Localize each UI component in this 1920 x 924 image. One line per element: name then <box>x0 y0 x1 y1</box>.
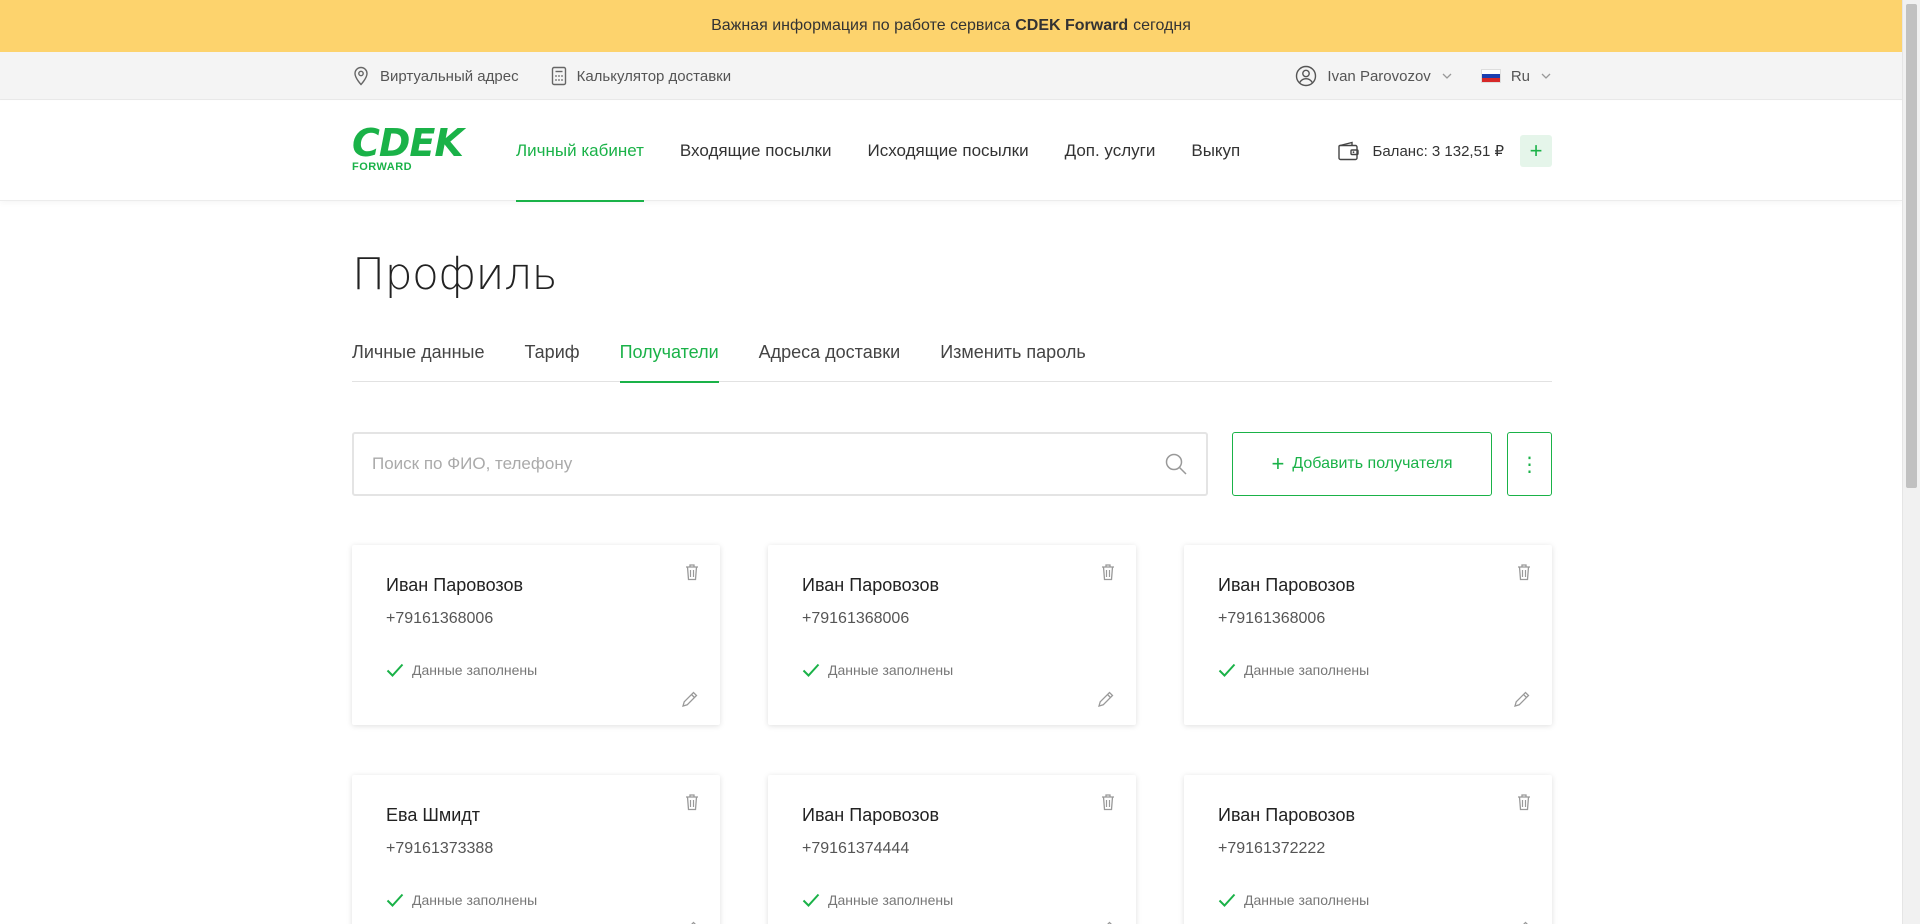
tab-personal-data[interactable]: Личные данные <box>352 330 484 382</box>
user-menu[interactable]: Ivan Parovozov <box>1295 65 1452 87</box>
search-box <box>352 432 1208 496</box>
checkmark-icon <box>1218 893 1236 907</box>
main-header: CDEK FORWARD Личный кабинет Входящие пос… <box>0 101 1902 202</box>
more-options-button[interactable]: ⋮ <box>1507 432 1552 496</box>
chevron-down-icon <box>1541 73 1551 79</box>
recipient-status-label: Данные заполнены <box>412 662 538 678</box>
nav-outgoing-parcels[interactable]: Исходящие посылки <box>867 101 1028 201</box>
nav-incoming-parcels[interactable]: Входящие посылки <box>680 101 832 201</box>
recipient-card[interactable]: Ева Шмидт +79161373388 Данные заполнены <box>352 775 720 924</box>
main-nav: Личный кабинет Входящие посылки Исходящи… <box>516 101 1276 202</box>
recipient-name: Иван Паровозов <box>802 805 940 825</box>
checkmark-icon <box>1218 663 1236 677</box>
banner-suffix: сегодня <box>1133 17 1191 34</box>
plus-icon: + <box>1271 451 1285 476</box>
trash-icon[interactable] <box>1100 563 1116 581</box>
recipient-status: Данные заполнены <box>1218 662 1518 678</box>
banner-brand: CDEK Forward <box>1015 17 1129 34</box>
info-banner[interactable]: Важная информация по работе сервиса CDEK… <box>0 0 1902 52</box>
recipient-name: Ева Шмидт <box>386 805 481 825</box>
recipient-status-label: Данные заполнены <box>412 892 538 908</box>
main-content: Профиль Личные данные Тариф Получатели А… <box>352 201 1552 924</box>
tab-recipients[interactable]: Получатели <box>619 330 719 383</box>
recipient-status-label: Данные заполнены <box>1244 662 1370 678</box>
wallet-icon <box>1337 141 1359 161</box>
nav-buyout[interactable]: Выкуп <box>1191 101 1240 201</box>
top-up-button[interactable]: + <box>1520 135 1552 167</box>
recipient-name: Иван Паровозов <box>802 575 940 595</box>
recipient-name: Иван Паровозов <box>1218 805 1356 825</box>
recipient-card[interactable]: Иван Паровозов +79161368006 Данные запол… <box>352 545 720 725</box>
calculator-label: Калькулятор доставки <box>576 67 732 85</box>
logo-word: CDEK <box>352 121 464 165</box>
checkmark-icon <box>386 663 404 677</box>
recipient-status: Данные заполнены <box>386 662 686 678</box>
calculator-icon <box>551 66 566 86</box>
recipient-name: Иван Паровозов <box>1218 575 1356 595</box>
trash-icon[interactable] <box>1100 793 1116 811</box>
language-label: Ru <box>1510 67 1530 85</box>
recipient-card[interactable]: Иван Паровозов +79161372222 Данные запол… <box>1184 775 1552 924</box>
recipient-status: Данные заполнены <box>802 892 1102 908</box>
trash-icon[interactable] <box>684 563 700 581</box>
trash-icon[interactable] <box>1516 563 1532 581</box>
page-scrollbar[interactable] <box>1902 0 1920 924</box>
recipient-phone: +79161368006 <box>386 610 494 627</box>
recipient-phone: +79161374444 <box>802 840 910 857</box>
cdek-forward-logo[interactable]: CDEK FORWARD <box>352 121 468 177</box>
nav-extra-services[interactable]: Доп. услуги <box>1065 101 1156 201</box>
search-icon[interactable] <box>1164 452 1188 476</box>
user-icon <box>1296 65 1317 87</box>
profile-tabs: Личные данные Тариф Получатели Адреса до… <box>352 330 1552 383</box>
pencil-icon[interactable] <box>680 689 700 709</box>
calculator-link[interactable]: Калькулятор доставки <box>551 66 732 86</box>
location-pin-icon <box>354 66 368 86</box>
pencil-icon[interactable] <box>1096 919 1116 924</box>
tab-change-password[interactable]: Изменить пароль <box>940 330 1085 382</box>
recipient-card[interactable]: Иван Паровозов +79161374444 Данные запол… <box>768 775 1136 924</box>
recipient-card[interactable]: Иван Паровозов +79161368006 Данные запол… <box>1184 545 1552 725</box>
checkmark-icon <box>802 663 820 677</box>
russia-flag-icon <box>1480 69 1501 83</box>
page-title: Профиль <box>352 249 558 300</box>
recipients-grid: Иван Паровозов +79161368006 Данные запол… <box>352 545 1552 924</box>
virtual-address-link[interactable]: Виртуальный адрес <box>352 66 519 86</box>
recipient-status: Данные заполнены <box>802 662 1102 678</box>
recipient-status-label: Данные заполнены <box>828 892 954 908</box>
recipient-status: Данные заполнены <box>386 892 686 908</box>
add-recipient-button[interactable]: + Добавить получателя <box>1232 432 1492 496</box>
pencil-icon[interactable] <box>680 919 700 924</box>
trash-icon[interactable] <box>1516 793 1532 811</box>
recipient-card[interactable]: Иван Паровозов +79161368006 Данные запол… <box>768 545 1136 725</box>
recipient-name: Иван Паровозов <box>386 575 524 595</box>
balance-label: Баланс: 3 132,51 ₽ <box>1372 143 1505 160</box>
pencil-icon[interactable] <box>1096 689 1116 709</box>
virtual-address-label: Виртуальный адрес <box>380 67 519 85</box>
scrollbar-thumb[interactable] <box>1906 4 1917 488</box>
balance: Баланс: 3 132,51 ₽ + <box>1337 135 1552 167</box>
checkmark-icon <box>802 893 820 907</box>
pencil-icon[interactable] <box>1512 689 1532 709</box>
checkmark-icon <box>386 893 404 907</box>
recipient-status-label: Данные заполнены <box>1244 892 1370 908</box>
tab-delivery-addresses[interactable]: Адреса доставки <box>759 330 901 382</box>
recipient-phone: +79161372222 <box>1218 840 1326 857</box>
recipient-phone: +79161368006 <box>802 610 910 627</box>
recipients-toolbar: + Добавить получателя ⋮ <box>352 432 1552 496</box>
utility-bar: Виртуальный адрес Калькулятор доставки I… <box>0 52 1902 100</box>
recipient-status-label: Данные заполнены <box>828 662 954 678</box>
tab-tariff[interactable]: Тариф <box>524 330 579 382</box>
pencil-icon[interactable] <box>1512 919 1532 924</box>
recipient-phone: +79161373388 <box>386 840 494 857</box>
language-selector[interactable]: Ru <box>1480 67 1552 85</box>
user-name: Ivan Parovozov <box>1327 67 1431 85</box>
banner-prefix: Важная информация по работе сервиса <box>711 17 1011 34</box>
recipient-phone: +79161368006 <box>1218 610 1326 627</box>
add-recipient-label: Добавить получателя <box>1292 455 1453 472</box>
nav-personal-account[interactable]: Личный кабинет <box>516 101 644 202</box>
search-input[interactable] <box>372 454 1164 474</box>
recipient-status: Данные заполнены <box>1218 892 1518 908</box>
chevron-down-icon <box>1442 73 1452 79</box>
trash-icon[interactable] <box>684 793 700 811</box>
